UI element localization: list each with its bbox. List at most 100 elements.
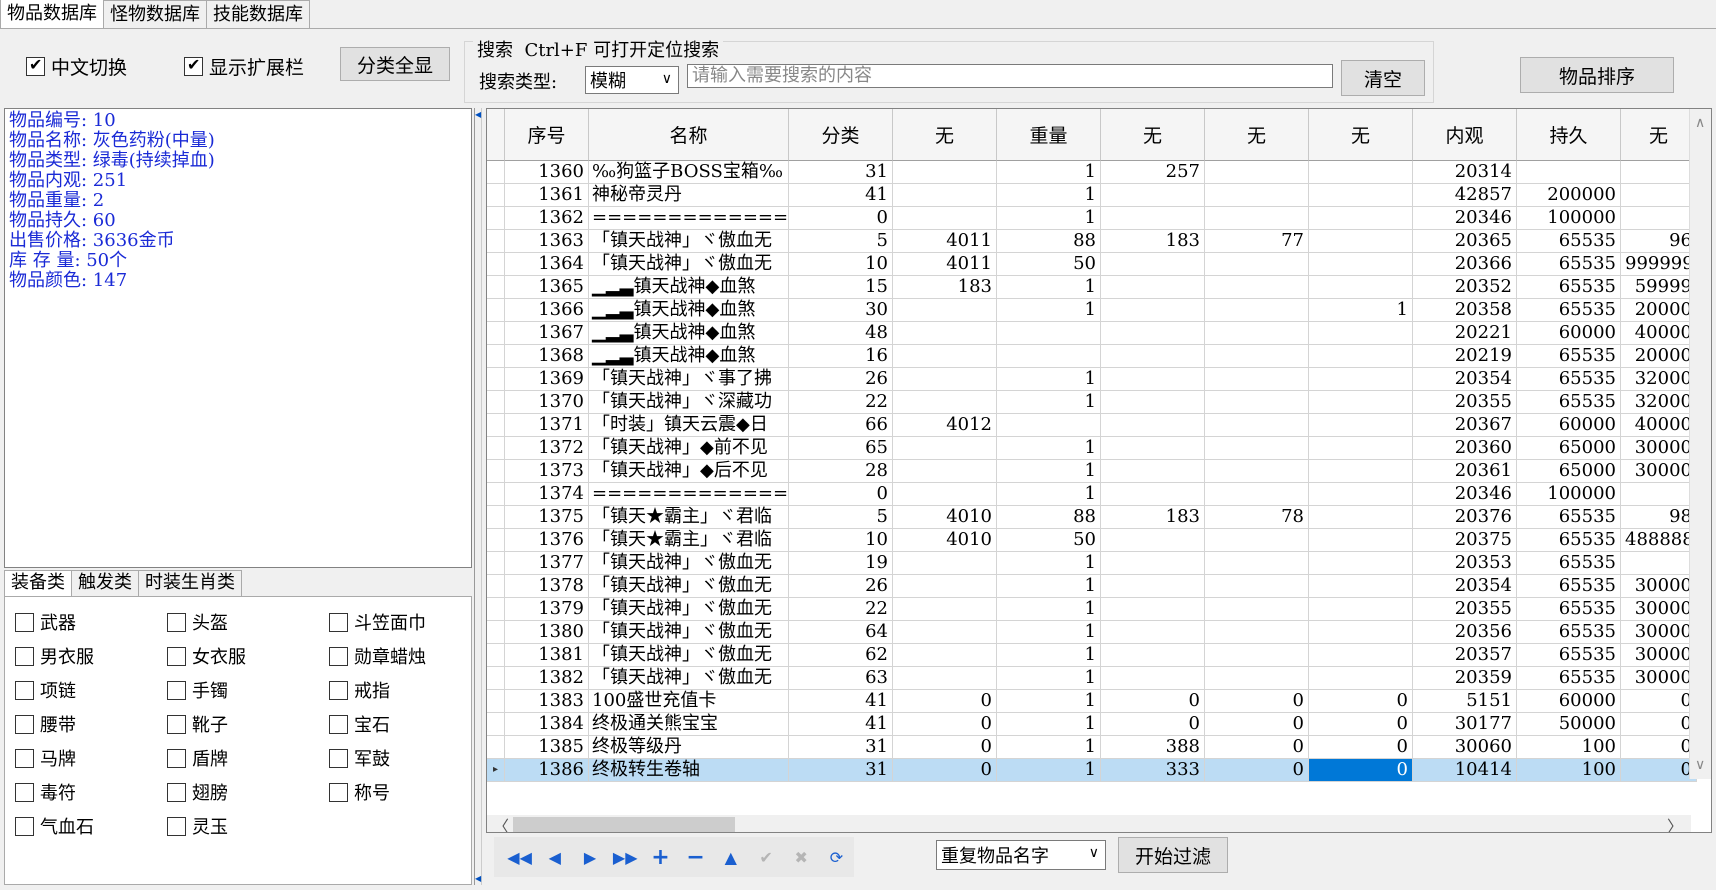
row-indicator[interactable] [487, 253, 505, 276]
grid-cell[interactable]: 1 [997, 736, 1101, 759]
grid-cell[interactable]: 1369 [505, 368, 589, 391]
grid-cell[interactable] [1205, 644, 1309, 667]
grid-cell[interactable] [1309, 368, 1413, 391]
grid-cell[interactable]: 20357 [1413, 644, 1517, 667]
table-row[interactable]: 1379 「镇天战神」ヾ傲血无 22 1 20355 65535 30000 [487, 598, 1697, 621]
grid-cell[interactable]: 88 [997, 506, 1101, 529]
grid-cell[interactable]: 0 [1309, 713, 1413, 736]
column-header[interactable]: 持久 [1517, 109, 1621, 161]
grid-cell[interactable]: 100000 [1517, 483, 1621, 506]
grid-cell[interactable]: 1371 [505, 414, 589, 437]
grid-cell[interactable]: 20359 [1413, 667, 1517, 690]
grid-cell[interactable] [1101, 483, 1205, 506]
grid-cell[interactable]: 32000 [1621, 391, 1697, 414]
row-indicator[interactable] [487, 644, 505, 667]
grid-cell[interactable] [893, 598, 997, 621]
grid-cell[interactable]: 1377 [505, 552, 589, 575]
grid-cell[interactable]: 40000 [1621, 322, 1697, 345]
grid-cell[interactable]: 5 [789, 230, 893, 253]
grid-cell[interactable]: 20353 [1413, 552, 1517, 575]
grid-cell[interactable]: 1365 [505, 276, 589, 299]
column-header[interactable]: 名称 [589, 109, 789, 161]
grid-cell[interactable]: 0 [1621, 759, 1697, 782]
grid-cell[interactable] [1309, 414, 1413, 437]
grid-cell[interactable]: 30060 [1413, 736, 1517, 759]
grid-cell[interactable]: =============== [589, 483, 789, 506]
grid-cell[interactable]: 20219 [1413, 345, 1517, 368]
grid-cell[interactable]: ▁▂▃镇天战神◆血煞 [589, 345, 789, 368]
grid-cell[interactable]: 1 [997, 598, 1101, 621]
grid-cell[interactable]: 59999 [1621, 276, 1697, 299]
grid-cell[interactable]: 20354 [1413, 368, 1517, 391]
grid-cell[interactable] [997, 345, 1101, 368]
grid-cell[interactable] [1101, 414, 1205, 437]
grid-cell[interactable]: 「镇天战神」ヾ傲血无 [589, 253, 789, 276]
grid-cell[interactable]: 20366 [1413, 253, 1517, 276]
grid-cell[interactable] [1101, 345, 1205, 368]
table-row[interactable]: 1380 「镇天战神」ヾ傲血无 64 1 20356 65535 30000 [487, 621, 1697, 644]
grid-cell[interactable]: 30177 [1413, 713, 1517, 736]
grid-cell[interactable]: 1378 [505, 575, 589, 598]
grid-cell[interactable] [1101, 598, 1205, 621]
row-indicator[interactable] [487, 575, 505, 598]
grid-cell[interactable] [1101, 667, 1205, 690]
grid-cell[interactable]: 60000 [1517, 322, 1621, 345]
grid-cell[interactable] [893, 299, 997, 322]
grid-cell[interactable] [1101, 276, 1205, 299]
row-indicator[interactable] [487, 483, 505, 506]
grid-cell[interactable] [1205, 529, 1309, 552]
show-all-categories-button[interactable]: 分类全显 [340, 47, 450, 81]
grid-cell[interactable] [1309, 575, 1413, 598]
grid-cell[interactable]: 1 [997, 483, 1101, 506]
grid-cell[interactable]: 「镇天战神」ヾ傲血无 [589, 598, 789, 621]
grid-cell[interactable]: 20346 [1413, 207, 1517, 230]
grid-cell[interactable] [1101, 299, 1205, 322]
table-row[interactable]: 1376「镇天★霸主」ヾ君临10401050 20375655354888888 [487, 529, 1697, 552]
grid-cell[interactable]: 48 [789, 322, 893, 345]
grid-cell[interactable]: 1384 [505, 713, 589, 736]
table-row[interactable]: 1371 「时装」镇天云震◆日 66 4012 20367 60000 40000 [487, 414, 1697, 437]
grid-cell[interactable]: 「镇天战神」ヾ傲血无 [589, 230, 789, 253]
table-row[interactable]: 1384 终极通关熊宝宝 41 0 1 0 0 0 30177 50000 0 [487, 713, 1697, 736]
grid-cell[interactable]: 65000 [1517, 460, 1621, 483]
grid-cell[interactable]: 98 [1621, 506, 1697, 529]
grid-cell[interactable]: 终极等级丹 [589, 736, 789, 759]
grid-cell[interactable] [1309, 253, 1413, 276]
grid-cell[interactable]: 「镇天战神」ヾ傲血无 [589, 621, 789, 644]
grid-cell[interactable]: 0 [893, 759, 997, 782]
category-checkbox[interactable]: 项链 [15, 677, 76, 703]
grid-cell[interactable] [1205, 391, 1309, 414]
table-row[interactable]: 1373 「镇天战神」◆后不见 28 1 20361 65000 30000 [487, 460, 1697, 483]
grid-cell[interactable] [893, 345, 997, 368]
grid-cell[interactable]: 1381 [505, 644, 589, 667]
grid-cell[interactable] [1205, 253, 1309, 276]
grid-cell[interactable] [893, 644, 997, 667]
filter-type-select[interactable]: 重复物品名字 ∨ [936, 840, 1106, 870]
grid-cell[interactable]: 65535 [1517, 598, 1621, 621]
row-indicator[interactable] [487, 529, 505, 552]
grid-cell[interactable] [1309, 184, 1413, 207]
row-indicator[interactable] [487, 368, 505, 391]
grid-cell[interactable] [1205, 667, 1309, 690]
grid-cell[interactable]: 「镇天★霸主」ヾ君临 [589, 506, 789, 529]
category-checkbox[interactable]: 宝石 [329, 711, 390, 737]
grid-cell[interactable]: 100 [1517, 759, 1621, 782]
grid-cell[interactable]: 0 [1309, 736, 1413, 759]
table-row[interactable]: 1377 「镇天战神」ヾ傲血无 19 1 20353 65535 [487, 552, 1697, 575]
grid-cell[interactable]: 20376 [1413, 506, 1517, 529]
grid-cell[interactable]: 1383 [505, 690, 589, 713]
table-row[interactable]: 1366 ▁▂▃镇天战神◆血煞 30 1 1 20358 65535 20000 [487, 299, 1697, 322]
grid-cell[interactable]: 257 [1101, 161, 1205, 184]
grid-cell[interactable]: 「镇天战神」ヾ傲血无 [589, 552, 789, 575]
start-filter-button[interactable]: 开始过滤 [1118, 837, 1228, 873]
table-row[interactable]: 1362===============0 1 20346100000 [487, 207, 1697, 230]
grid-cell[interactable]: 1 [997, 552, 1101, 575]
row-indicator[interactable] [487, 414, 505, 437]
grid-cell[interactable] [1101, 253, 1205, 276]
grid-cell[interactable]: 20355 [1413, 391, 1517, 414]
grid-cell[interactable] [1621, 161, 1697, 184]
grid-cell[interactable]: 0 [1205, 759, 1309, 782]
grid-cell[interactable]: 1 [997, 713, 1101, 736]
grid-cell[interactable]: 60000 [1517, 414, 1621, 437]
grid-cell[interactable]: 4012 [893, 414, 997, 437]
